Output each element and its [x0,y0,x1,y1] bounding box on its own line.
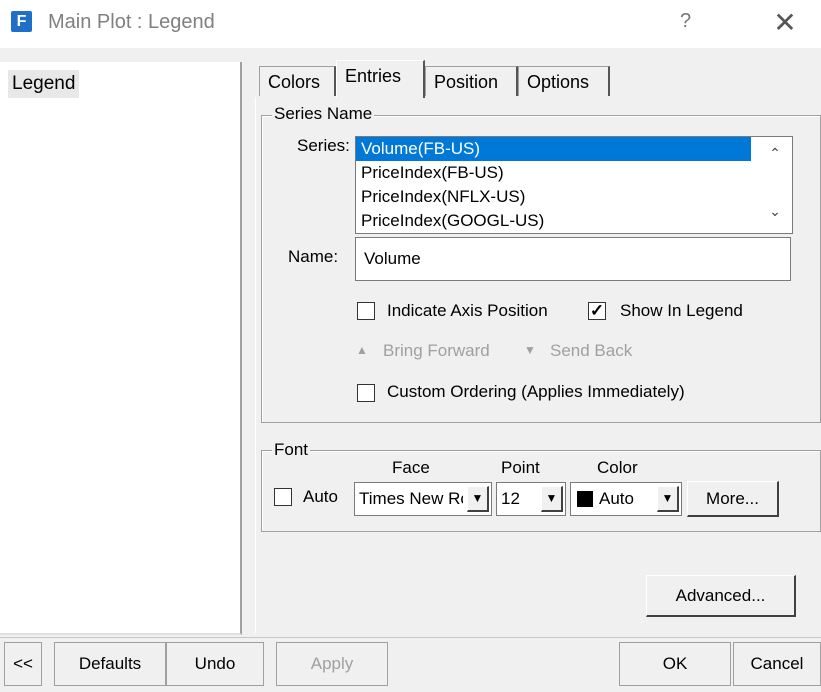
tab-colors[interactable]: Colors [259,66,336,96]
indicate-axis-checkbox[interactable] [357,302,375,320]
app-icon: F [11,11,32,32]
name-label: Name: [288,247,339,266]
series-label: Series: [297,136,350,155]
color-header: Color [597,458,638,477]
custom-ordering-label[interactable]: Custom Ordering (Applies Immediately) [387,382,685,402]
series-name-legend: Series Name [272,104,375,124]
series-scrollbar[interactable]: ⌃ ⌄ [758,137,792,233]
triangle-up-icon: ▲ [356,343,368,357]
send-back-button[interactable]: Send Back [550,341,632,361]
cancel-button[interactable]: Cancel [733,642,821,686]
font-color-value: Auto [599,489,634,508]
dropdown-arrow-icon[interactable]: ▼ [541,486,563,512]
name-field[interactable] [355,237,791,281]
font-face-value: Times New Roman [359,489,463,508]
series-item[interactable]: PriceIndex(FB-US) [356,161,792,185]
font-legend: Font [272,440,311,460]
color-swatch [577,491,593,507]
triangle-down-icon: ▼ [524,343,536,357]
help-button[interactable]: ? [680,10,691,33]
custom-ordering-checkbox[interactable] [357,384,375,402]
settings-tree [0,62,242,635]
close-button[interactable]: ✕ [765,6,805,39]
window-title: Main Plot : Legend [48,11,215,33]
ok-button[interactable]: OK [619,642,731,686]
series-item[interactable]: PriceIndex(GOOGL-US) [356,209,792,233]
back-button[interactable]: << [4,642,42,686]
apply-button[interactable]: Apply [276,642,388,686]
series-item[interactable]: PriceIndex(NFLX-US) [356,185,792,209]
tab-position[interactable]: Position [425,66,518,96]
indicate-axis-label[interactable]: Indicate Axis Position [387,301,548,321]
chevron-down-icon[interactable]: ⌄ [764,203,786,225]
point-header: Point [501,458,540,477]
series-listbox[interactable]: Volume(FB-US) PriceIndex(FB-US) PriceInd… [355,136,793,234]
bring-forward-button[interactable]: Bring Forward [383,341,490,361]
font-face-select[interactable]: Times New Roman ▼ [354,482,492,516]
font-point-value: 12 [501,489,520,508]
more-button[interactable]: More... [687,481,779,517]
show-in-legend-checkbox[interactable]: ✓ [588,302,606,320]
advanced-button[interactable]: Advanced... [646,575,796,617]
series-item[interactable]: Volume(FB-US) [356,137,751,161]
font-color-select[interactable]: Auto ▼ [570,482,682,516]
font-point-select[interactable]: 12 ▼ [496,482,566,516]
font-auto-label[interactable]: Auto [303,487,338,507]
show-in-legend-label[interactable]: Show In Legend [620,301,743,321]
face-header: Face [392,458,430,477]
dropdown-arrow-icon[interactable]: ▼ [657,486,679,512]
chevron-up-icon[interactable]: ⌃ [764,145,786,167]
tab-entries[interactable]: Entries [336,60,425,98]
tab-options[interactable]: Options [518,66,610,96]
tree-item-legend[interactable]: Legend [8,70,80,98]
font-auto-checkbox[interactable] [274,488,292,506]
defaults-button[interactable]: Defaults [54,642,166,686]
dropdown-arrow-icon[interactable]: ▼ [467,486,489,512]
undo-button[interactable]: Undo [166,642,264,686]
